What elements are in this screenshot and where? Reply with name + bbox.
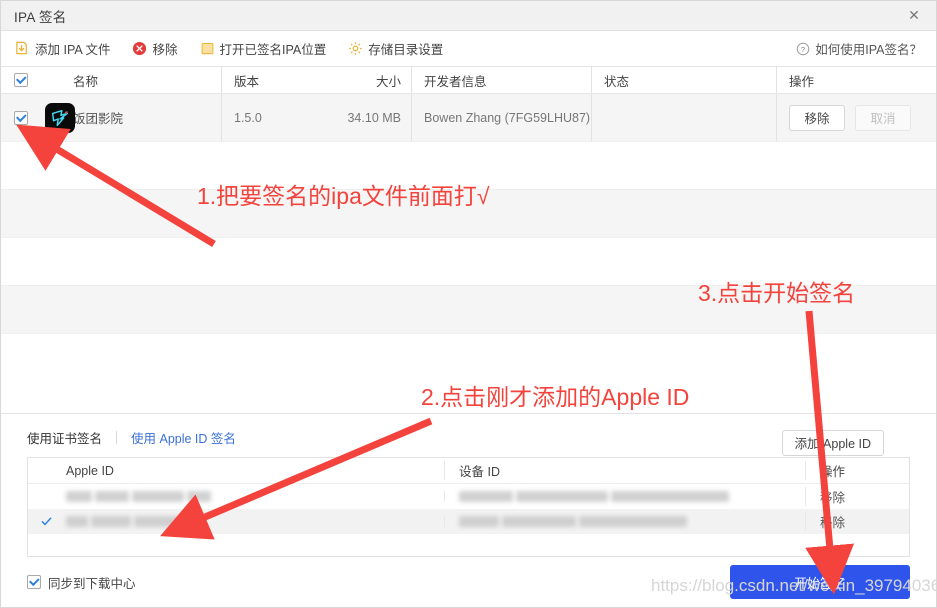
apple-id-value-redacted <box>64 491 444 502</box>
ipa-list-header: 名称 版本 大小 开发者信息 状态 操作 <box>1 66 936 94</box>
header-apple-id-action: 操作 <box>805 461 909 480</box>
table-row[interactable]: 饭团影院 1.5.0 34.10 MB Bowen Zhang (7FG59LH… <box>1 94 936 142</box>
redacted-apple-id <box>66 491 211 502</box>
storage-directory-settings-label: 存储目录设置 <box>368 39 443 58</box>
title-bar: IPA 签名 ✕ <box>1 1 936 31</box>
row-actions: 移除 取消 <box>776 94 936 141</box>
device-id-value-redacted <box>444 491 805 502</box>
ipa-signer-window: IPA 签名 ✕ 添加 IPA 文件 移除 <box>0 0 937 608</box>
header-size: 大小 <box>311 67 411 93</box>
row-size: 34.10 MB <box>311 94 411 141</box>
empty-row <box>1 334 936 382</box>
apple-id-empty-row <box>28 534 909 556</box>
apple-id-table-header: Apple ID 设备 ID 操作 <box>28 458 909 484</box>
tab-use-apple-id[interactable]: 使用 Apple ID 签名 <box>131 428 236 447</box>
apple-id-remove-link[interactable]: 移除 <box>820 512 845 531</box>
header-action: 操作 <box>776 67 936 93</box>
checkmark-icon <box>41 516 52 527</box>
remove-label: 移除 <box>152 39 177 58</box>
question-circle-icon: ? <box>796 42 810 56</box>
device-id-value-redacted <box>444 516 805 527</box>
apple-id-row[interactable]: 移除 <box>28 509 909 534</box>
help-link[interactable]: ? 如何使用IPA签名？ <box>796 31 922 66</box>
ipa-file-list: 名称 版本 大小 开发者信息 状态 操作 饭团影院 1.5.0 <box>1 66 936 413</box>
download-file-icon <box>15 41 30 56</box>
header-developer: 开发者信息 <box>411 67 591 93</box>
row-version: 1.5.0 <box>221 94 311 141</box>
header-device-id: 设备 ID <box>444 461 805 480</box>
header-version: 版本 <box>221 67 311 93</box>
folder-icon <box>200 41 215 56</box>
redacted-device-id <box>459 516 687 527</box>
empty-row <box>1 142 936 190</box>
row-remove-button[interactable]: 移除 <box>789 105 845 131</box>
signing-tabs-row: 使用证书签名 使用 Apple ID 签名 添加 Apple ID <box>27 428 910 457</box>
close-icon[interactable]: ✕ <box>892 1 936 31</box>
empty-row <box>1 238 936 286</box>
start-signing-button[interactable]: 开始签名 <box>730 565 910 599</box>
row-cancel-button: 取消 <box>855 105 911 131</box>
apple-id-value-redacted <box>64 516 444 527</box>
row-checkbox-cell <box>1 94 41 141</box>
select-all-cell <box>1 67 41 93</box>
sync-label: 同步到下载中心 <box>48 573 136 592</box>
apple-id-row[interactable]: 移除 <box>28 484 909 509</box>
apple-id-row-check[interactable] <box>28 516 64 527</box>
footer: 同步到下载中心 开始签名 <box>1 557 936 607</box>
sync-to-download-center-toggle[interactable]: 同步到下载中心 <box>27 573 136 592</box>
header-name: 名称 <box>41 67 221 93</box>
add-ipa-file-label: 添加 IPA 文件 <box>35 39 110 58</box>
app-icon-fantuan <box>45 103 75 133</box>
signing-tabs: 使用证书签名 使用 Apple ID 签名 <box>27 428 236 447</box>
apple-id-remove-link[interactable]: 移除 <box>820 487 845 506</box>
signing-panel: 使用证书签名 使用 Apple ID 签名 添加 Apple ID Apple … <box>1 413 936 557</box>
ipa-list-rows: 饭团影院 1.5.0 34.10 MB Bowen Zhang (7FG59LH… <box>1 94 936 413</box>
row-developer: Bowen Zhang (7FG59LHU87) <box>411 94 591 141</box>
select-all-checkbox[interactable] <box>14 73 28 87</box>
row-state <box>591 94 776 141</box>
add-apple-id-button[interactable]: 添加 Apple ID <box>782 430 884 456</box>
redacted-device-id <box>459 491 729 502</box>
empty-row <box>1 190 936 238</box>
tab-separator <box>116 431 117 444</box>
add-ipa-file-button[interactable]: 添加 IPA 文件 <box>15 39 110 58</box>
remove-button[interactable]: 移除 <box>132 39 177 58</box>
tab-use-certificate[interactable]: 使用证书签名 <box>27 428 102 447</box>
gear-icon <box>348 41 363 56</box>
header-state: 状态 <box>591 67 776 93</box>
empty-row <box>1 286 936 334</box>
redacted-apple-id <box>66 516 180 527</box>
apple-id-table: Apple ID 设备 ID 操作 <box>27 457 910 557</box>
storage-directory-settings-button[interactable]: 存储目录设置 <box>348 39 443 58</box>
row-select-checkbox[interactable] <box>14 111 28 125</box>
open-signed-ipa-location-label: 打开已签名IPA位置 <box>220 39 327 58</box>
window-title: IPA 签名 <box>1 6 67 26</box>
header-apple-id: Apple ID <box>64 464 444 478</box>
sync-checkbox[interactable] <box>27 575 41 589</box>
remove-circle-icon <box>132 41 147 56</box>
svg-text:?: ? <box>801 44 805 53</box>
apple-id-actions: 移除 <box>805 487 909 506</box>
open-signed-ipa-location-button[interactable]: 打开已签名IPA位置 <box>200 39 327 58</box>
apple-id-actions: 移除 <box>805 512 909 531</box>
help-link-label: 如何使用IPA签名？ <box>815 39 922 58</box>
toolbar: 添加 IPA 文件 移除 打开已签名IPA位置 <box>1 31 936 66</box>
